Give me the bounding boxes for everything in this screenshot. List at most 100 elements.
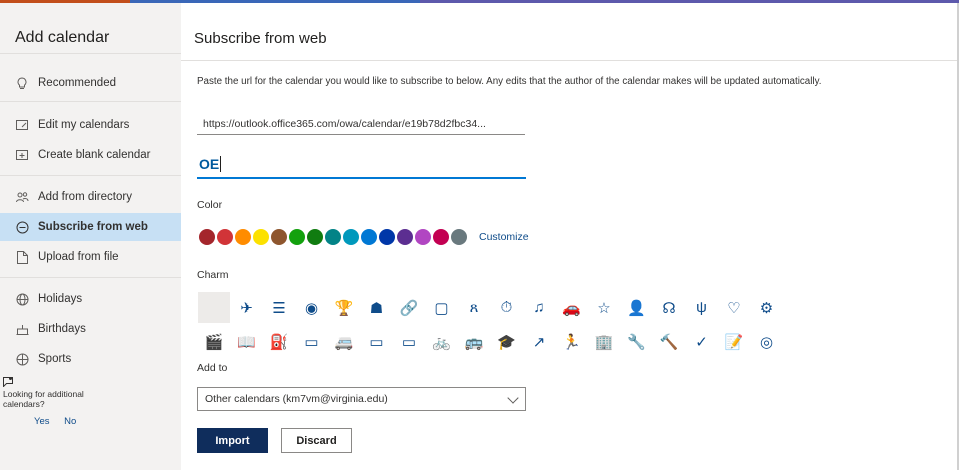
import-button[interactable]: Import <box>197 428 268 453</box>
color-swatch[interactable] <box>289 229 305 245</box>
header-divider <box>181 60 959 61</box>
charm-row: ✈ ☰ ◉ 🏆 ☗ 🔗 ▢ ጸ ⏱ ♫ 🚗 ☆ 👤 ☊ ψ ♡ ⚙ <box>198 292 783 323</box>
add-to-label: Add to <box>197 362 228 374</box>
color-swatch[interactable] <box>307 229 323 245</box>
charm-icon[interactable]: ▭ <box>361 326 393 357</box>
customize-link[interactable]: Customize <box>479 231 529 243</box>
color-label: Color <box>197 199 223 211</box>
lightbulb-icon <box>15 76 29 90</box>
globe-icon <box>15 292 29 306</box>
sidebar-item-recommended[interactable]: Recommended <box>0 69 181 97</box>
color-swatch[interactable] <box>415 229 431 245</box>
sidebar-item-create-blank[interactable]: Create blank calendar <box>0 141 181 169</box>
sidebar-item-label: Subscribe from web <box>38 221 148 233</box>
charm-icon[interactable]: ✓ <box>686 326 718 357</box>
sidebar-item-label: Upload from file <box>38 251 119 263</box>
sidebar-item-label: Add from directory <box>38 191 132 203</box>
charm-label: Charm <box>197 269 229 281</box>
color-swatch[interactable] <box>397 229 413 245</box>
charm-icon[interactable]: 🔗 <box>393 292 425 323</box>
charm-icon[interactable]: 🎬 <box>198 326 230 357</box>
charm-icon[interactable]: 🚌 <box>458 326 490 357</box>
charm-icon[interactable]: 📖 <box>231 326 263 357</box>
sports-icon <box>15 352 29 366</box>
charm-icon[interactable]: 🔧 <box>621 326 653 357</box>
charm-icon[interactable]: ◉ <box>296 292 328 323</box>
charm-icon[interactable]: 🏃 <box>556 326 588 357</box>
sidebar-item-upload-file[interactable]: Upload from file <box>0 243 181 271</box>
yes-link[interactable]: Yes <box>34 416 50 427</box>
charm-icon[interactable]: 📝 <box>718 326 750 357</box>
calendar-name-input[interactable]: OE <box>197 151 526 179</box>
charm-icon[interactable]: ☗ <box>361 292 393 323</box>
add-to-selected-value: Other calendars (km7vm@virginia.edu) <box>205 393 388 405</box>
charm-icon[interactable]: ▭ <box>393 326 425 357</box>
charm-icon[interactable]: ♫ <box>523 292 555 323</box>
sidebar-divider <box>0 53 181 54</box>
charm-icon[interactable]: ▭ <box>296 326 328 357</box>
sidebar-item-label: Birthdays <box>38 323 86 335</box>
charm-icon[interactable]: ψ <box>686 292 718 323</box>
color-swatch[interactable] <box>217 229 233 245</box>
sidebar-item-label: Create blank calendar <box>38 149 151 161</box>
color-swatch[interactable] <box>433 229 449 245</box>
additional-calendars-text: Looking for additional calendars? <box>3 389 84 409</box>
sidebar-item-label: Holidays <box>38 293 83 305</box>
charm-icon[interactable]: ☆ <box>588 292 620 323</box>
color-swatch[interactable] <box>343 229 359 245</box>
charm-icon[interactable]: ✈ <box>231 292 263 323</box>
sidebar-item-sports[interactable]: Sports <box>0 345 181 373</box>
charm-icon[interactable]: 🔨 <box>653 326 685 357</box>
charm-icon[interactable]: 🏆 <box>328 292 360 323</box>
url-input[interactable] <box>197 113 525 135</box>
sidebar-item-add-directory[interactable]: Add from directory <box>0 183 181 211</box>
sidebar-item-label: Edit my calendars <box>38 119 130 131</box>
charm-icon[interactable]: ◎ <box>751 326 783 357</box>
color-swatch[interactable] <box>379 229 395 245</box>
sidebar-item-label: Sports <box>38 353 72 365</box>
add-to-dropdown[interactable]: Other calendars (km7vm@virginia.edu) <box>197 387 526 411</box>
charm-icon[interactable]: ⏱ <box>491 292 523 323</box>
sidebar-item-edit-calendars[interactable]: Edit my calendars <box>0 111 181 139</box>
color-swatch[interactable] <box>325 229 341 245</box>
color-swatch[interactable] <box>235 229 251 245</box>
sidebar: Add calendar Recommended Edit my calenda… <box>0 3 181 470</box>
color-picker: Customize <box>199 229 529 245</box>
charm-icon[interactable]: ▢ <box>426 292 458 323</box>
blank-calendar-icon <box>15 148 29 162</box>
charm-icon[interactable]: 🚲 <box>426 326 458 357</box>
people-icon <box>15 190 29 204</box>
charm-icon[interactable]: ⛽ <box>263 326 295 357</box>
charm-icon[interactable]: ↗ <box>523 326 555 357</box>
charm-icon[interactable]: 👤 <box>621 292 653 323</box>
cake-icon <box>15 322 29 336</box>
sidebar-divider <box>0 175 181 176</box>
charm-icon[interactable]: ⚙ <box>751 292 783 323</box>
no-link[interactable]: No <box>64 416 76 427</box>
sidebar-item-birthdays[interactable]: Birthdays <box>0 315 181 343</box>
edit-calendar-icon <box>15 118 29 132</box>
calendar-name-value: OE <box>199 156 220 172</box>
discard-button[interactable]: Discard <box>281 428 352 453</box>
charm-icon[interactable] <box>198 292 230 323</box>
sidebar-divider <box>0 101 181 102</box>
color-swatch[interactable] <box>199 229 215 245</box>
page-title: Subscribe from web <box>194 30 327 47</box>
charm-icon[interactable]: ☊ <box>653 292 685 323</box>
color-swatch[interactable] <box>253 229 269 245</box>
chevron-down-icon <box>507 392 519 404</box>
color-swatch[interactable] <box>451 229 467 245</box>
charm-icon[interactable]: ♡ <box>718 292 750 323</box>
sidebar-item-label: Recommended <box>38 77 116 89</box>
charm-icon[interactable]: 🎓 <box>491 326 523 357</box>
charm-icon[interactable]: ጸ <box>458 292 490 323</box>
charm-icon[interactable]: 🚐 <box>328 326 360 357</box>
charm-icon[interactable]: ☰ <box>263 292 295 323</box>
color-swatch[interactable] <box>361 229 377 245</box>
color-swatch[interactable] <box>271 229 287 245</box>
sidebar-item-holidays[interactable]: Holidays <box>0 285 181 313</box>
sidebar-item-subscribe-web[interactable]: Subscribe from web <box>0 213 181 241</box>
charm-icon[interactable]: 🏢 <box>588 326 620 357</box>
globe-link-icon <box>15 220 29 234</box>
charm-icon[interactable]: 🚗 <box>556 292 588 323</box>
